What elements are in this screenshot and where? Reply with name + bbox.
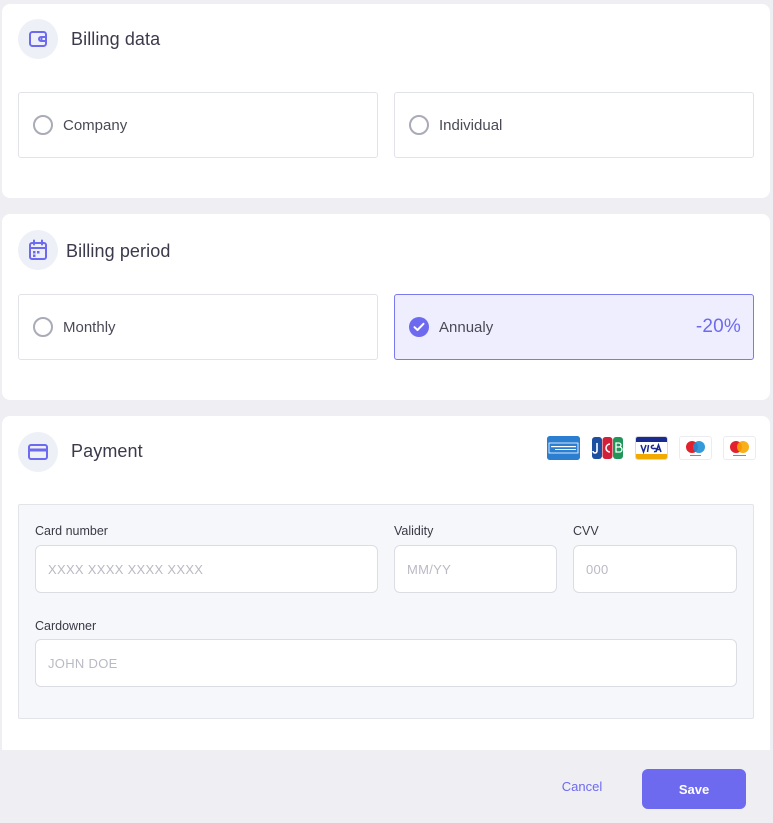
billing-data-section: Billing data Company Individual xyxy=(2,4,770,198)
payment-section: Payment Card number XXXX XXXX XXXX XXXX … xyxy=(2,416,770,756)
option-annually[interactable]: Annualy -20% xyxy=(394,294,754,360)
cvv-label: CVV xyxy=(573,524,599,538)
option-company[interactable]: Company xyxy=(18,92,378,158)
checkmark-icon xyxy=(413,322,425,331)
american-express-logo xyxy=(547,436,580,460)
cardowner-label: Cardowner xyxy=(35,619,97,633)
discount-badge: -20% xyxy=(695,316,741,337)
radio-annually-checked[interactable] xyxy=(409,317,429,337)
cvv-input[interactable] xyxy=(573,545,737,593)
card-number-input[interactable] xyxy=(35,545,378,593)
form-footer: Cancel Save xyxy=(2,750,770,823)
radio-monthly[interactable] xyxy=(33,317,53,337)
validity-label: Validity xyxy=(394,524,434,538)
calendar-icon xyxy=(18,230,58,270)
radio-individual[interactable] xyxy=(409,115,429,135)
option-annually-label: Annualy xyxy=(439,318,494,336)
billing-period-section: Billing period Monthly Annualy -20% xyxy=(2,214,770,400)
jcb-logo xyxy=(591,436,624,460)
visa-logo xyxy=(635,436,668,460)
billing-period-title: Billing period xyxy=(66,241,171,261)
option-monthly[interactable]: Monthly xyxy=(18,294,378,360)
mastercard-logo xyxy=(723,436,756,460)
maestro-logo xyxy=(679,436,712,460)
cancel-button[interactable]: Cancel xyxy=(546,779,618,794)
option-monthly-label: Monthly xyxy=(63,318,116,336)
option-individual-label: Individual xyxy=(439,116,503,134)
option-company-label: Company xyxy=(63,116,128,134)
save-button[interactable]: Save xyxy=(642,769,746,809)
card-form: Card number Validity CVV Cardowner xyxy=(18,504,754,719)
validity-input[interactable] xyxy=(394,545,557,593)
option-individual[interactable]: Individual xyxy=(394,92,754,158)
cardowner-input[interactable] xyxy=(35,639,737,687)
wallet-icon xyxy=(18,19,58,59)
radio-company[interactable] xyxy=(33,115,53,135)
billing-data-title: Billing data xyxy=(71,29,161,49)
card-brand-logos xyxy=(547,436,756,460)
card-number-label: Card number xyxy=(35,524,108,538)
payment-title: Payment xyxy=(71,441,143,461)
credit-card-icon xyxy=(18,432,58,472)
